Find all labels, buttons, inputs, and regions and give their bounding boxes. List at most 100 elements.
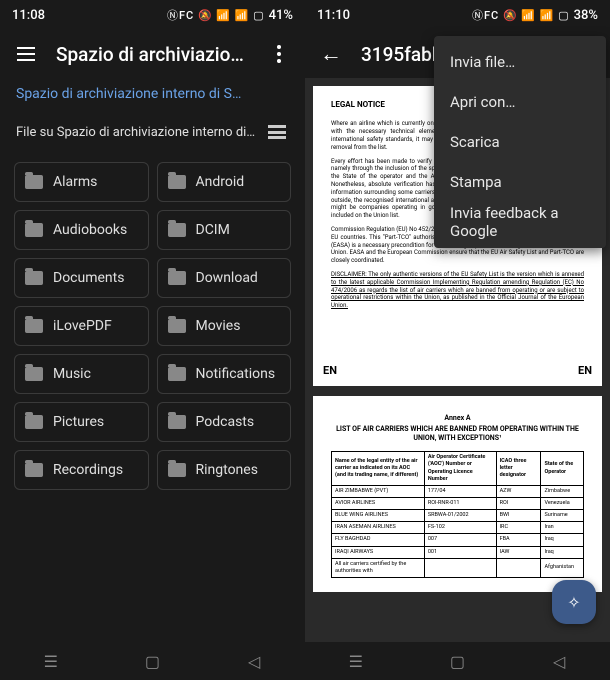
folder-item[interactable]: Notifications [157, 354, 292, 394]
folder-icon [25, 175, 43, 189]
arrow-left-icon: ← [320, 41, 342, 67]
folder-label: Podcasts [196, 414, 255, 430]
table-row: IRAN ASEMAN AIRLINESFS-102IRCIran [332, 522, 584, 534]
menu-item[interactable]: Scarica [434, 122, 606, 162]
folder-label: iLovePDF [53, 318, 112, 334]
folder-icon [25, 271, 43, 285]
view-toggle-button[interactable] [265, 120, 289, 144]
table-cell: Suriname [541, 510, 584, 522]
folder-item[interactable]: Alarms [14, 162, 149, 202]
table-cell: 177/04 [424, 485, 496, 497]
table-cell: AZW [496, 485, 541, 497]
table-cell: IRC [496, 522, 541, 534]
more-vert-icon [277, 45, 281, 63]
table-header: Air Operator Certificate ('AOC') Number … [424, 452, 496, 486]
home-button[interactable]: ▢ [132, 646, 172, 676]
folder-item[interactable]: Movies [157, 306, 292, 346]
table-header: State of the Operator [541, 452, 584, 486]
folder-item[interactable]: Recordings [14, 450, 149, 490]
folder-icon [168, 271, 186, 285]
menu-button[interactable] [8, 36, 44, 72]
folder-item[interactable]: Pictures [14, 402, 149, 442]
folder-label: Ringtones [196, 462, 258, 478]
status-time: 11:08 [12, 8, 45, 23]
pdf-viewer-pane: 11:10 ⓃFC 🔕 📶 📶 ▢ 38% ← 3195fabb LEGAL N… [305, 0, 610, 680]
folder-label: Alarms [53, 174, 97, 190]
magic-wand-icon: ✧ [567, 593, 580, 612]
battery-pct: 41% [269, 8, 293, 23]
recent-apps-button[interactable]: ☰ [31, 646, 71, 676]
home-button[interactable]: ▢ [437, 646, 477, 676]
status-bar: 11:10 ⓃFC 🔕 📶 📶 ▢ 38% [305, 0, 610, 30]
status-icons: ⓃFC 🔕 📶 📶 ▢ [167, 7, 265, 23]
file-manager-pane: 11:08 ⓃFC 🔕 📶 📶 ▢ 41% Spazio di archivia… [0, 0, 305, 680]
folder-item[interactable]: Podcasts [157, 402, 292, 442]
folder-item[interactable]: Audiobooks [14, 210, 149, 250]
table-cell: FLY BAGHDAD [332, 534, 425, 546]
folder-item[interactable]: Download [157, 258, 292, 298]
hamburger-icon [17, 47, 35, 61]
table-cell: FBA [496, 534, 541, 546]
menu-item[interactable]: Stampa [434, 162, 606, 202]
table-header: Name of the legal entity of the air carr… [332, 452, 425, 486]
table-cell: FS-102 [424, 522, 496, 534]
back-arrow-button[interactable]: ← [313, 36, 349, 72]
folder-icon [168, 223, 186, 237]
table-cell: Venezuela [541, 497, 584, 509]
table-header: ICAO three letter designator [496, 452, 541, 486]
folder-label: Audiobooks [53, 222, 127, 238]
folder-icon [168, 175, 186, 189]
list-header: File su Spazio di archiviazione interno … [0, 110, 305, 154]
page-title: Spazio di archiviazione i… [56, 43, 249, 66]
table-cell: IAW [496, 546, 541, 558]
table-cell: AVIOR AIRLINES [332, 497, 425, 509]
table-cell: IRAQI AIRWAYS [332, 546, 425, 558]
folder-label: Notifications [196, 366, 276, 382]
pdf-page-2: Annex A LIST OF AIR CARRIERS WHICH ARE B… [313, 396, 602, 592]
folder-label: Android [196, 174, 245, 190]
folder-icon [168, 415, 186, 429]
edit-fab[interactable]: ✧ [552, 580, 596, 624]
context-menu: Invia file…Apri con…ScaricaStampaInvia f… [434, 36, 606, 248]
breadcrumb[interactable]: Spazio di archiviazione interno di S… [0, 78, 305, 110]
folder-item[interactable]: DCIM [157, 210, 292, 250]
menu-item[interactable]: Apri con… [434, 82, 606, 122]
recent-apps-button[interactable]: ☰ [336, 646, 376, 676]
carriers-table: Name of the legal entity of the air carr… [331, 451, 584, 578]
lang-badge: EN [323, 364, 337, 378]
nav-bar: ☰ ▢ ◁ [0, 642, 305, 680]
table-cell: All air carriers certified by the author… [332, 558, 425, 577]
status-time: 11:10 [317, 8, 350, 23]
folder-label: Pictures [53, 414, 104, 430]
folder-item[interactable]: Android [157, 162, 292, 202]
folder-item[interactable]: Music [14, 354, 149, 394]
table-cell: Iraq [541, 534, 584, 546]
table-cell: ROI-RNR-011 [424, 497, 496, 509]
folder-item[interactable]: Documents [14, 258, 149, 298]
folder-icon [25, 463, 43, 477]
battery-pct: 38% [574, 8, 598, 23]
folder-label: Music [53, 366, 91, 382]
overflow-button[interactable] [261, 36, 297, 72]
menu-item[interactable]: Invia feedback a Google [434, 202, 606, 242]
folder-item[interactable]: iLovePDF [14, 306, 149, 346]
table-cell: 001 [424, 546, 496, 558]
nav-bar: ☰ ▢ ◁ [305, 642, 610, 680]
back-button[interactable]: ◁ [539, 646, 579, 676]
app-bar: Spazio di archiviazione i… [0, 30, 305, 78]
table-cell: IRAN ASEMAN AIRLINES [332, 522, 425, 534]
folder-grid: Alarms Android Audiobooks DCIMDocuments Down… [0, 154, 305, 498]
table-cell: BWI [496, 510, 541, 522]
folder-icon [25, 319, 43, 333]
folder-icon [168, 463, 186, 477]
status-icons: ⓃFC 🔕 📶 📶 ▢ [472, 7, 570, 23]
menu-item[interactable]: Invia file… [434, 42, 606, 82]
back-button[interactable]: ◁ [234, 646, 274, 676]
folder-icon [25, 367, 43, 381]
folder-icon [168, 367, 186, 381]
folder-label: Download [196, 270, 258, 286]
table-cell [424, 558, 496, 577]
table-row: AVIOR AIRLINESROI-RNR-011ROIVenezuela [332, 497, 584, 509]
folder-item[interactable]: Ringtones [157, 450, 292, 490]
folder-label: Movies [196, 318, 241, 334]
